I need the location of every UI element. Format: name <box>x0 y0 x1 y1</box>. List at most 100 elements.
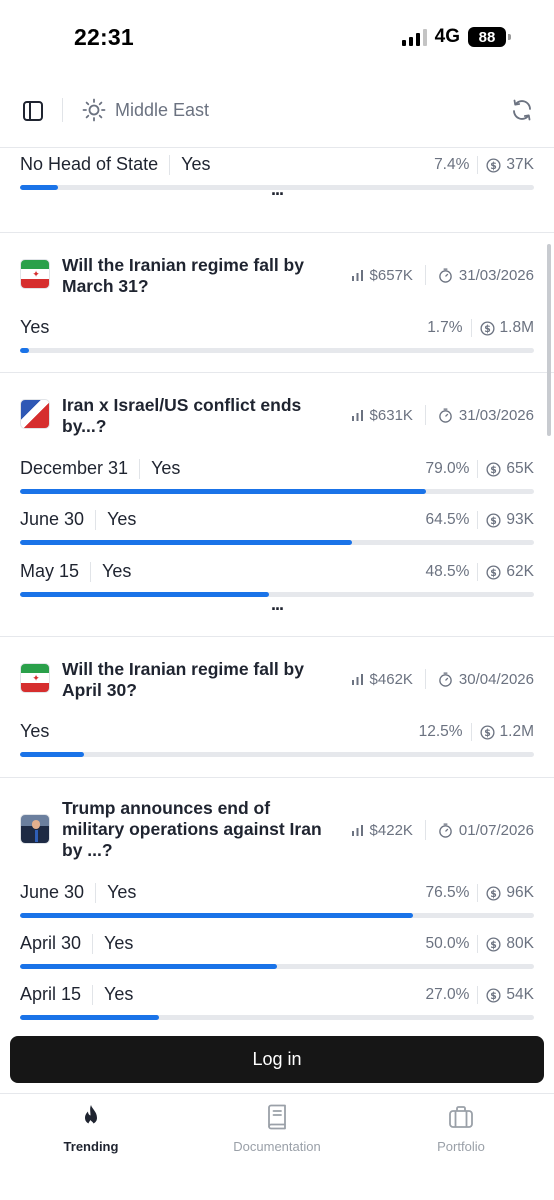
market-volume: $631K <box>369 406 413 424</box>
outcome-volume: 1.8M <box>499 319 534 336</box>
trump-photo <box>20 814 50 844</box>
outcome-volume: 93K <box>506 511 534 528</box>
svg-text:$: $ <box>484 727 491 738</box>
market-meta: $422K 01/07/2026 <box>351 820 534 840</box>
dollar-coin-icon: $ <box>486 564 501 580</box>
market-end-date: 31/03/2026 <box>458 406 534 424</box>
login-button[interactable]: Log in <box>10 1036 544 1083</box>
outcome-label: Yes <box>20 317 50 337</box>
outcome-percent: 50.0% <box>425 935 470 952</box>
market-card[interactable]: Iran x Israel/US conflict ends by...? $6… <box>0 373 554 637</box>
bottom-nav: Trending Documentation Portfolio <box>0 1093 554 1200</box>
svg-text:$: $ <box>491 464 498 475</box>
market-card[interactable]: Trump announces end of military operatio… <box>0 778 554 1028</box>
flame-icon <box>85 1105 97 1127</box>
market-card[interactable]: ✦ Will the Iranian regime fall by April … <box>0 637 554 778</box>
probability-bar <box>20 540 534 545</box>
market-title[interactable]: Will the Iranian regime fall by April 30… <box>62 659 327 701</box>
market-meta: $657K 31/03/2026 <box>351 265 534 285</box>
status-bar: 22:31 4G 88 <box>0 0 554 76</box>
outcome-percent: 12.5% <box>418 723 463 740</box>
outcome-label: Yes <box>20 721 50 741</box>
outcome-percent: 7.4% <box>434 156 470 173</box>
outcome-row[interactable]: Yes 1.7% $ 1.8M <box>20 317 534 357</box>
outcome-label: April 30 <box>20 933 82 953</box>
outcome-row[interactable]: June 30 Yes 64.5% $ 93K <box>20 509 534 549</box>
signal-icon <box>401 28 427 46</box>
dollar-coin-icon: $ <box>486 885 501 901</box>
market-volume: $462K <box>369 670 413 688</box>
probability-bar <box>20 964 534 969</box>
svg-text:$: $ <box>491 888 498 899</box>
probability-bar <box>20 752 534 757</box>
market-title[interactable]: Trump announces end of military operatio… <box>62 798 327 861</box>
probability-bar <box>20 1015 534 1020</box>
dollar-coin-icon: $ <box>486 461 501 477</box>
market-feed[interactable]: No Head of State Yes 7.4% $ 37K ... ✦ Wi… <box>0 148 554 1028</box>
outcome-label: June 30 <box>20 882 85 902</box>
svg-text:$: $ <box>491 160 498 171</box>
volume-chart-icon <box>351 269 363 281</box>
outcome-percent: 48.5% <box>425 563 470 580</box>
probability-bar <box>20 348 534 353</box>
outcome-volume: 54K <box>506 986 534 1003</box>
outcome-row[interactable]: December 31 Yes 79.0% $ 65K <box>20 458 534 498</box>
status-indicators: 4G 88 <box>401 26 511 48</box>
battery-level: 88 <box>478 28 496 46</box>
outcome-percent: 79.0% <box>425 460 470 477</box>
dollar-coin-icon: $ <box>486 157 501 173</box>
dollar-coin-icon: $ <box>479 320 495 336</box>
outcome-volume: 1.2M <box>499 723 534 740</box>
outcome-percent: 1.7% <box>427 319 463 336</box>
sun-icon[interactable] <box>82 98 106 122</box>
header-divider <box>62 98 63 122</box>
outcome-label: December 31 <box>20 458 129 478</box>
market-volume: $422K <box>369 821 413 839</box>
timer-icon <box>439 822 452 838</box>
category-selector[interactable]: Middle East <box>115 100 209 121</box>
outcome-volume: 65K <box>506 460 534 477</box>
nav-label: Documentation <box>233 1139 321 1154</box>
outcome-side: Yes <box>151 458 181 478</box>
svg-text:$: $ <box>491 990 498 1001</box>
outcome-volume: 62K <box>506 563 534 580</box>
market-title[interactable]: Will the Iranian regime fall by March 31… <box>62 255 327 297</box>
market-card[interactable]: ✦ Will the Iranian regime fall by March … <box>0 233 554 373</box>
volume-chart-icon <box>351 673 363 685</box>
briefcase-icon <box>449 1106 473 1128</box>
outcome-row[interactable]: Yes 12.5% $ 1.2M <box>20 721 534 761</box>
outcome-label: April 15 <box>20 984 82 1004</box>
outcome-row[interactable]: April 15 Yes 27.0% $ 54K <box>20 984 534 1024</box>
svg-text:$: $ <box>491 515 498 526</box>
nav-trending[interactable]: Trending <box>21 1104 161 1154</box>
market-end-date: 31/03/2026 <box>458 266 534 284</box>
dollar-coin-icon: $ <box>479 724 495 740</box>
outcome-label: No Head of State <box>20 154 159 174</box>
probability-bar <box>20 913 534 918</box>
refresh-icon[interactable] <box>510 98 534 122</box>
dollar-coin-icon: $ <box>486 512 501 528</box>
outcome-volume: 37K <box>506 156 534 173</box>
outcome-row[interactable]: June 30 Yes 76.5% $ 96K <box>20 882 534 922</box>
outcome-row[interactable]: April 30 Yes 50.0% $ 80K <box>20 933 534 973</box>
market-card[interactable]: No Head of State Yes 7.4% $ 37K ... <box>0 148 554 233</box>
nav-documentation[interactable]: Documentation <box>207 1104 347 1154</box>
probability-bar <box>20 489 534 494</box>
outcome-label: June 30 <box>20 509 85 529</box>
volume-chart-icon <box>351 409 363 421</box>
market-title[interactable]: Iran x Israel/US conflict ends by...? <box>62 395 327 437</box>
app-header: Middle East <box>0 76 554 148</box>
timer-icon <box>439 671 452 687</box>
scrollbar[interactable] <box>547 244 551 436</box>
outcome-percent: 27.0% <box>425 986 470 1003</box>
nav-label: Portfolio <box>437 1139 485 1154</box>
dollar-coin-icon: $ <box>486 987 501 1003</box>
sidebar-toggle-icon[interactable] <box>22 100 44 122</box>
dollar-coin-icon: $ <box>486 936 501 952</box>
market-end-date: 01/07/2026 <box>458 821 534 839</box>
nav-portfolio[interactable]: Portfolio <box>391 1104 531 1154</box>
outcome-side: Yes <box>107 882 137 902</box>
more-outcomes-button[interactable]: ... <box>0 180 554 198</box>
more-outcomes-button[interactable]: ... <box>0 595 554 613</box>
svg-text:$: $ <box>484 323 491 334</box>
